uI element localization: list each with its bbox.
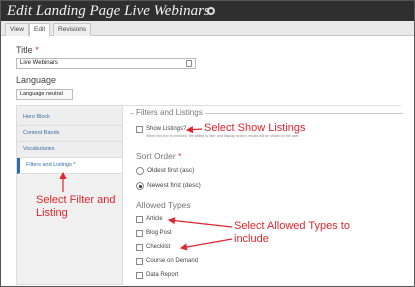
- title-input[interactable]: Live Webinars: [16, 58, 196, 69]
- primary-tabs: View Edit Revisions: [1, 21, 414, 37]
- fieldset-title: Filters and Listings: [134, 108, 205, 117]
- callout-allowed-types: Select Allowed Types to include: [234, 220, 350, 245]
- language-label: Language: [16, 75, 57, 85]
- language-select[interactable]: Language neutral: [16, 89, 73, 100]
- required-marker: *: [35, 45, 39, 55]
- trash-icon[interactable]: [186, 60, 192, 67]
- allowed-types-label: Allowed Types: [136, 200, 191, 210]
- sort-oldest-radio[interactable]: [136, 167, 144, 175]
- callout-filter-listing: Select Filter and Listing: [36, 194, 116, 219]
- tab-edit[interactable]: Edit: [29, 23, 51, 37]
- title-label-text: Title: [16, 45, 33, 55]
- gear-icon[interactable]: [207, 7, 215, 15]
- show-listings-label: Show Listings?: [146, 126, 187, 132]
- sort-order-label-text: Sort Order: [136, 151, 176, 161]
- show-listings-checkbox[interactable]: [136, 126, 143, 133]
- vertical-tab-content-bands[interactable]: Content Bands: [17, 126, 122, 142]
- required-marker: *: [178, 151, 182, 161]
- allowed-type-data-report-checkbox[interactable]: [136, 272, 143, 279]
- allowed-type-label: Data Report: [146, 272, 179, 278]
- sort-newest-radio[interactable]: [136, 182, 144, 190]
- allowed-type-course-on-demand-checkbox[interactable]: [136, 258, 143, 265]
- callout-show-listings: Select Show Listings: [204, 122, 306, 134]
- page-header: Edit Landing Page Live Webinars: [1, 1, 414, 21]
- sort-oldest-label: Oldest first (asc): [147, 167, 195, 174]
- allowed-type-checklist-checkbox[interactable]: [136, 244, 143, 251]
- allowed-type-label: Article: [146, 216, 163, 222]
- allowed-type-label: Checklist: [146, 244, 171, 250]
- page-title: Edit Landing Page Live Webinars: [7, 3, 210, 19]
- tab-view[interactable]: View: [5, 23, 29, 36]
- title-label: Title *: [16, 45, 39, 55]
- sort-newest-label: Newest first (desc): [147, 182, 201, 189]
- allowed-type-label: Blog Post: [146, 230, 172, 236]
- sort-order-label: Sort Order *: [136, 151, 181, 161]
- allowed-type-article-checkbox[interactable]: [136, 216, 143, 223]
- tab-revisions[interactable]: Revisions: [53, 23, 92, 36]
- vertical-tab-filters-and-listings[interactable]: Filters and Listings *: [17, 158, 122, 174]
- allowed-type-label: Course on Demand: [146, 258, 199, 264]
- vertical-tab-vocabularies[interactable]: Vocabularies: [17, 142, 122, 158]
- allowed-type-blog-post-checkbox[interactable]: [136, 230, 143, 237]
- vertical-tab-hero-block[interactable]: Hero Block: [17, 110, 122, 126]
